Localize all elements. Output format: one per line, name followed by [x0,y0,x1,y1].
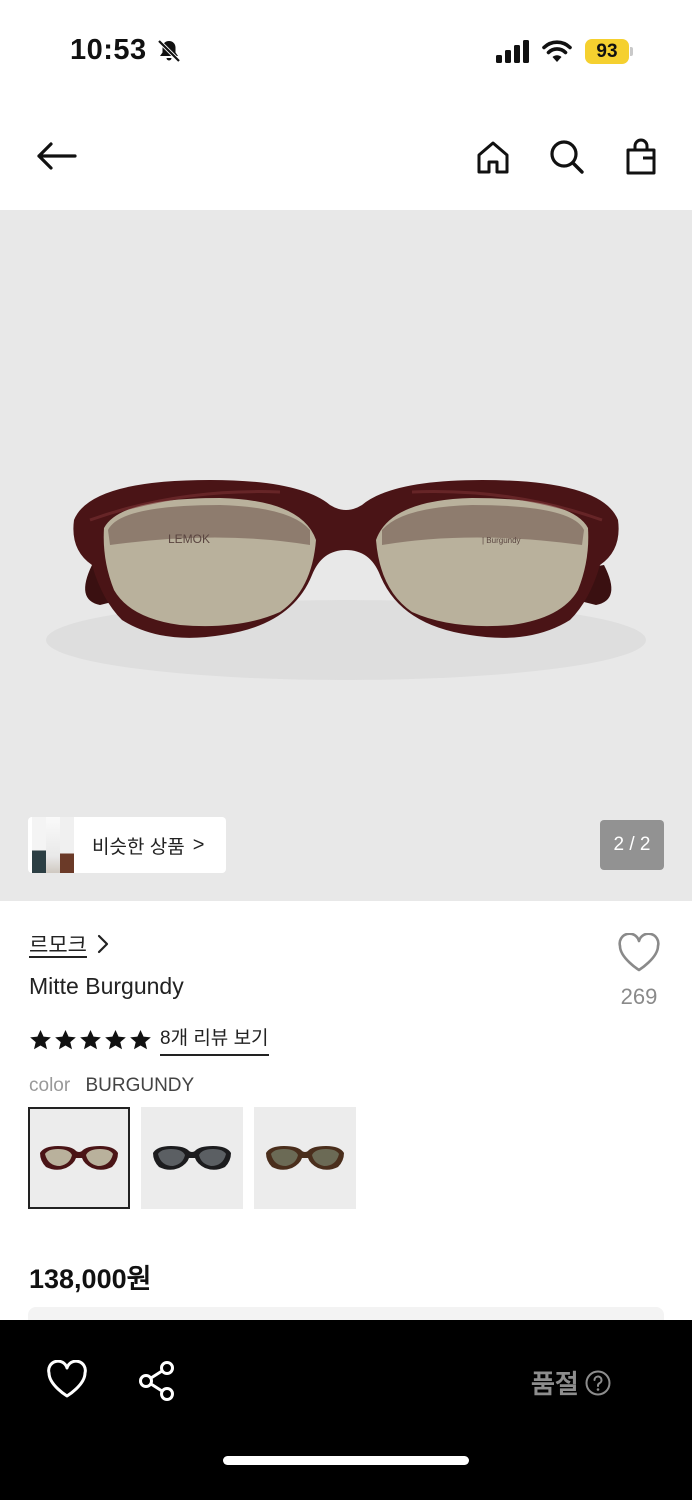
back-button[interactable] [32,132,80,180]
heart-outline-icon [618,932,660,972]
image-page-indicator: 2 / 2 [600,820,664,870]
color-label: color [29,1075,71,1096]
wishlist-count: 269 [620,984,658,1009]
product-image-gallery[interactable]: LEMOK | Burgundy 비슷한 상품 > 2 / 2 [0,210,692,901]
back-arrow-icon [37,142,77,170]
star-filled-icon [80,1029,101,1049]
soldout-status: 품절 [531,1364,611,1401]
soldout-label: 품절 [531,1369,579,1399]
home-icon [477,141,509,174]
battery-indicator: 93 [585,39,633,64]
frame-brand-print: LEMOK [168,532,210,546]
temple-print: | Burgundy [482,536,521,545]
search-icon [550,140,584,174]
shopping-bag-button[interactable] [617,133,665,181]
home-button[interactable] [469,133,517,181]
color-swatch-black[interactable] [141,1107,243,1209]
color-swatch-burgundy[interactable] [28,1107,130,1209]
color-row: color BURGUNDY [29,1075,194,1097]
product-name: Mitte Burgundy [29,973,184,999]
search-button[interactable] [543,133,591,181]
heart-outline-icon[interactable] [46,1360,88,1400]
brand-link[interactable]: 르모크 [29,929,109,959]
battery-level: 93 [585,39,629,64]
similar-products-label: 비슷한 상품 [92,836,185,858]
thumbnail [32,817,46,873]
share-icon[interactable] [136,1360,178,1402]
rating-row: 8개 리뷰 보기 [29,1023,269,1056]
brand-name: 르모크 [29,934,87,957]
view-reviews-link[interactable]: 8개 리뷰 보기 [160,1023,269,1056]
product-price: 138,000원 [29,1264,152,1294]
home-indicator[interactable] [223,1456,469,1465]
similar-products-button[interactable]: 비슷한 상품 > [28,817,226,873]
thumbnail [60,817,74,873]
bell-slash-icon [157,39,181,63]
shopping-bag-icon [626,138,656,175]
cellular-signal-icon [496,40,529,63]
status-bar: 10:53 93 [0,0,692,100]
swatch-glasses-image [40,1146,118,1170]
swatch-glasses-image [153,1146,231,1170]
color-value: BURGUNDY [85,1075,195,1096]
chevron-right-icon: > [192,833,205,856]
swatch-glasses-image [266,1146,344,1170]
star-filled-icon [130,1029,151,1049]
question-circle-icon[interactable] [585,1370,611,1396]
bottom-action-bar: 품절 [0,1320,692,1500]
color-swatch-brown[interactable] [254,1107,356,1209]
chevron-right-icon [97,934,109,954]
status-time: 10:53 [70,34,147,66]
similar-products-thumbnails [28,817,90,873]
star-filled-icon [55,1029,76,1049]
star-filled-icon [30,1029,51,1049]
product-image-sunglasses: LEMOK | Burgundy [46,480,646,680]
thumbnail [46,817,60,873]
wifi-icon [542,40,572,62]
rating-stars [29,1029,152,1051]
color-swatches [28,1107,356,1209]
star-filled-icon [105,1029,126,1049]
top-nav-bar [0,100,692,210]
battery-cap [630,47,633,56]
wishlist-toggle[interactable]: 269 [612,932,666,1010]
